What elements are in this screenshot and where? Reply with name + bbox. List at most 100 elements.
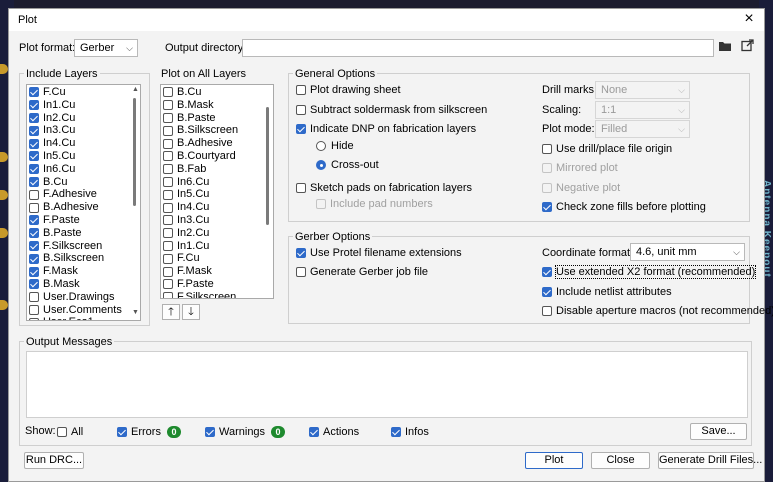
show-infos-checkbox[interactable]: Infos xyxy=(391,426,429,438)
layer-list-item[interactable]: B.Paste xyxy=(29,227,140,240)
negative-plot-checkbox[interactable]: Negative plot xyxy=(542,182,620,194)
layer-list-item[interactable]: In1.Cu xyxy=(29,99,140,112)
layer-list-item[interactable]: In3.Cu xyxy=(163,214,273,227)
layer-checkbox[interactable] xyxy=(163,164,173,175)
layer-checkbox[interactable] xyxy=(29,138,39,149)
layer-checkbox[interactable] xyxy=(163,189,173,200)
layer-list-item[interactable]: B.Fab xyxy=(163,163,273,176)
layer-checkbox[interactable] xyxy=(29,253,39,264)
layer-checkbox[interactable] xyxy=(29,176,39,187)
layer-checkbox[interactable] xyxy=(29,87,39,98)
layer-checkbox[interactable] xyxy=(163,240,173,251)
layer-list-item[interactable]: User.Drawings xyxy=(29,291,140,304)
layer-list-item[interactable]: In6.Cu xyxy=(163,176,273,189)
layer-list-item[interactable]: F.Adhesive xyxy=(29,188,140,201)
plot-format-select[interactable]: Gerber ⌵ xyxy=(74,39,138,57)
layer-list-item[interactable]: F.Silkscreen xyxy=(163,291,273,298)
plot-all-layers-list[interactable]: B.Cu B.Mask B.Paste B.Silkscreen B.Adhesive B… xyxy=(160,84,274,299)
show-warnings-checkbox[interactable]: Warnings 0 xyxy=(205,426,286,438)
show-errors-checkbox[interactable]: Errors 0 xyxy=(117,426,181,438)
layer-checkbox[interactable] xyxy=(29,228,39,239)
layer-list-item[interactable]: F.Cu xyxy=(29,86,140,99)
scrollbar-thumb[interactable] xyxy=(133,98,136,206)
layer-checkbox[interactable] xyxy=(29,164,39,175)
include-pad-numbers-checkbox[interactable]: Include pad numbers xyxy=(316,198,433,210)
subtract-soldermask-checkbox[interactable]: Subtract soldermask from silkscreen xyxy=(296,104,487,116)
layer-checkbox[interactable] xyxy=(163,279,173,290)
include-layers-list[interactable]: F.Cu In1.Cu In2.Cu In3.Cu In4.Cu In5.Cu In6.Cu… xyxy=(26,84,141,321)
layer-list-item[interactable]: B.Cu xyxy=(163,86,273,99)
layer-list-item[interactable]: B.Mask xyxy=(163,99,273,112)
show-actions-checkbox[interactable]: Actions xyxy=(309,426,359,438)
layer-list-item[interactable]: F.Mask xyxy=(163,265,273,278)
layer-checkbox[interactable] xyxy=(163,266,173,277)
include-netlist-checkbox[interactable]: Include netlist attributes xyxy=(542,286,672,298)
layer-list-item[interactable]: F.Paste xyxy=(29,214,140,227)
layer-checkbox[interactable] xyxy=(29,215,39,226)
open-directory-button[interactable] xyxy=(738,39,756,57)
layer-checkbox[interactable] xyxy=(163,100,173,111)
move-down-button[interactable]: 🡓 xyxy=(182,304,200,320)
coordinate-format-select[interactable]: 4.6, unit mm ⌵ xyxy=(630,243,745,261)
layer-checkbox[interactable] xyxy=(29,292,39,303)
layer-list-item[interactable]: In4.Cu xyxy=(29,137,140,150)
generate-drill-files-button[interactable]: Generate Drill Files... xyxy=(658,452,762,469)
use-protel-checkbox[interactable]: Use Protel filename extensions xyxy=(296,247,462,259)
layer-list-item[interactable]: F.Mask xyxy=(29,265,140,278)
layer-list-item[interactable]: B.Silkscreen xyxy=(163,124,273,137)
layer-checkbox[interactable] xyxy=(163,253,173,264)
plot-mode-select[interactable]: Filled ⌵ xyxy=(595,120,690,138)
layer-checkbox[interactable] xyxy=(163,228,173,239)
close-button[interactable]: Close xyxy=(591,452,650,469)
layer-list-item[interactable]: In4.Cu xyxy=(163,201,273,214)
layer-list-item[interactable]: F.Silkscreen xyxy=(29,240,140,253)
layer-checkbox[interactable] xyxy=(29,125,39,136)
close-icon[interactable]: × xyxy=(740,10,758,28)
include-layers-scrollbar[interactable]: ▲ ▼ xyxy=(131,85,140,320)
layer-list-item[interactable]: B.Courtyard xyxy=(163,150,273,163)
layer-checkbox[interactable] xyxy=(163,112,173,123)
layer-list-item[interactable]: In5.Cu xyxy=(163,188,273,201)
layer-list-item[interactable]: F.Paste xyxy=(163,278,273,291)
layer-checkbox[interactable] xyxy=(29,100,39,111)
layer-checkbox[interactable] xyxy=(29,266,39,277)
layer-checkbox[interactable] xyxy=(29,304,39,315)
layer-list-item[interactable]: B.Adhesive xyxy=(163,137,273,150)
layer-list-item[interactable]: In3.Cu xyxy=(29,124,140,137)
layer-list-item[interactable]: B.Adhesive xyxy=(29,201,140,214)
disable-aperture-macros-checkbox[interactable]: Disable aperture macros (not recommended… xyxy=(542,305,773,317)
move-up-button[interactable]: 🡑 xyxy=(162,304,180,320)
output-directory-input[interactable] xyxy=(242,39,714,57)
output-messages-area[interactable] xyxy=(26,351,748,418)
folder-browse-button[interactable] xyxy=(716,39,734,57)
dnp-cross-out-radio[interactable]: Cross-out xyxy=(316,159,379,171)
layer-list-item[interactable]: In2.Cu xyxy=(29,112,140,125)
layer-list-item[interactable]: User.Eco1 xyxy=(29,316,140,320)
layer-list-item[interactable]: In2.Cu xyxy=(163,227,273,240)
dnp-hide-radio[interactable]: Hide xyxy=(316,140,354,152)
layer-checkbox[interactable] xyxy=(163,202,173,213)
layer-list-item[interactable]: B.Cu xyxy=(29,176,140,189)
layer-list-item[interactable]: User.Comments xyxy=(29,304,140,317)
layer-checkbox[interactable] xyxy=(29,240,39,251)
layer-checkbox[interactable] xyxy=(29,112,39,123)
layer-checkbox[interactable] xyxy=(163,215,173,226)
layer-checkbox[interactable] xyxy=(29,151,39,162)
scaling-select[interactable]: 1:1 ⌵ xyxy=(595,101,690,119)
save-messages-button[interactable]: Save... xyxy=(690,423,747,440)
use-x2-format-checkbox[interactable]: Use extended X2 format (recommended) xyxy=(542,265,757,279)
layer-checkbox[interactable] xyxy=(29,189,39,200)
layer-list-item[interactable]: In5.Cu xyxy=(29,150,140,163)
check-zone-fills-checkbox[interactable]: Check zone fills before plotting xyxy=(542,201,706,213)
run-drc-button[interactable]: Run DRC... xyxy=(24,452,84,469)
generate-job-file-checkbox[interactable]: Generate Gerber job file xyxy=(296,266,428,278)
layer-list-item[interactable]: F.Cu xyxy=(163,252,273,265)
layer-checkbox[interactable] xyxy=(163,176,173,187)
layer-checkbox[interactable] xyxy=(29,317,39,320)
use-drill-origin-checkbox[interactable]: Use drill/place file origin xyxy=(542,143,672,155)
drill-marks-select[interactable]: None ⌵ xyxy=(595,81,690,99)
layer-checkbox[interactable] xyxy=(29,202,39,213)
indicate-dnp-checkbox[interactable]: Indicate DNP on fabrication layers xyxy=(296,123,476,135)
layer-list-item[interactable]: In6.Cu xyxy=(29,163,140,176)
show-all-checkbox[interactable]: All xyxy=(57,426,83,438)
